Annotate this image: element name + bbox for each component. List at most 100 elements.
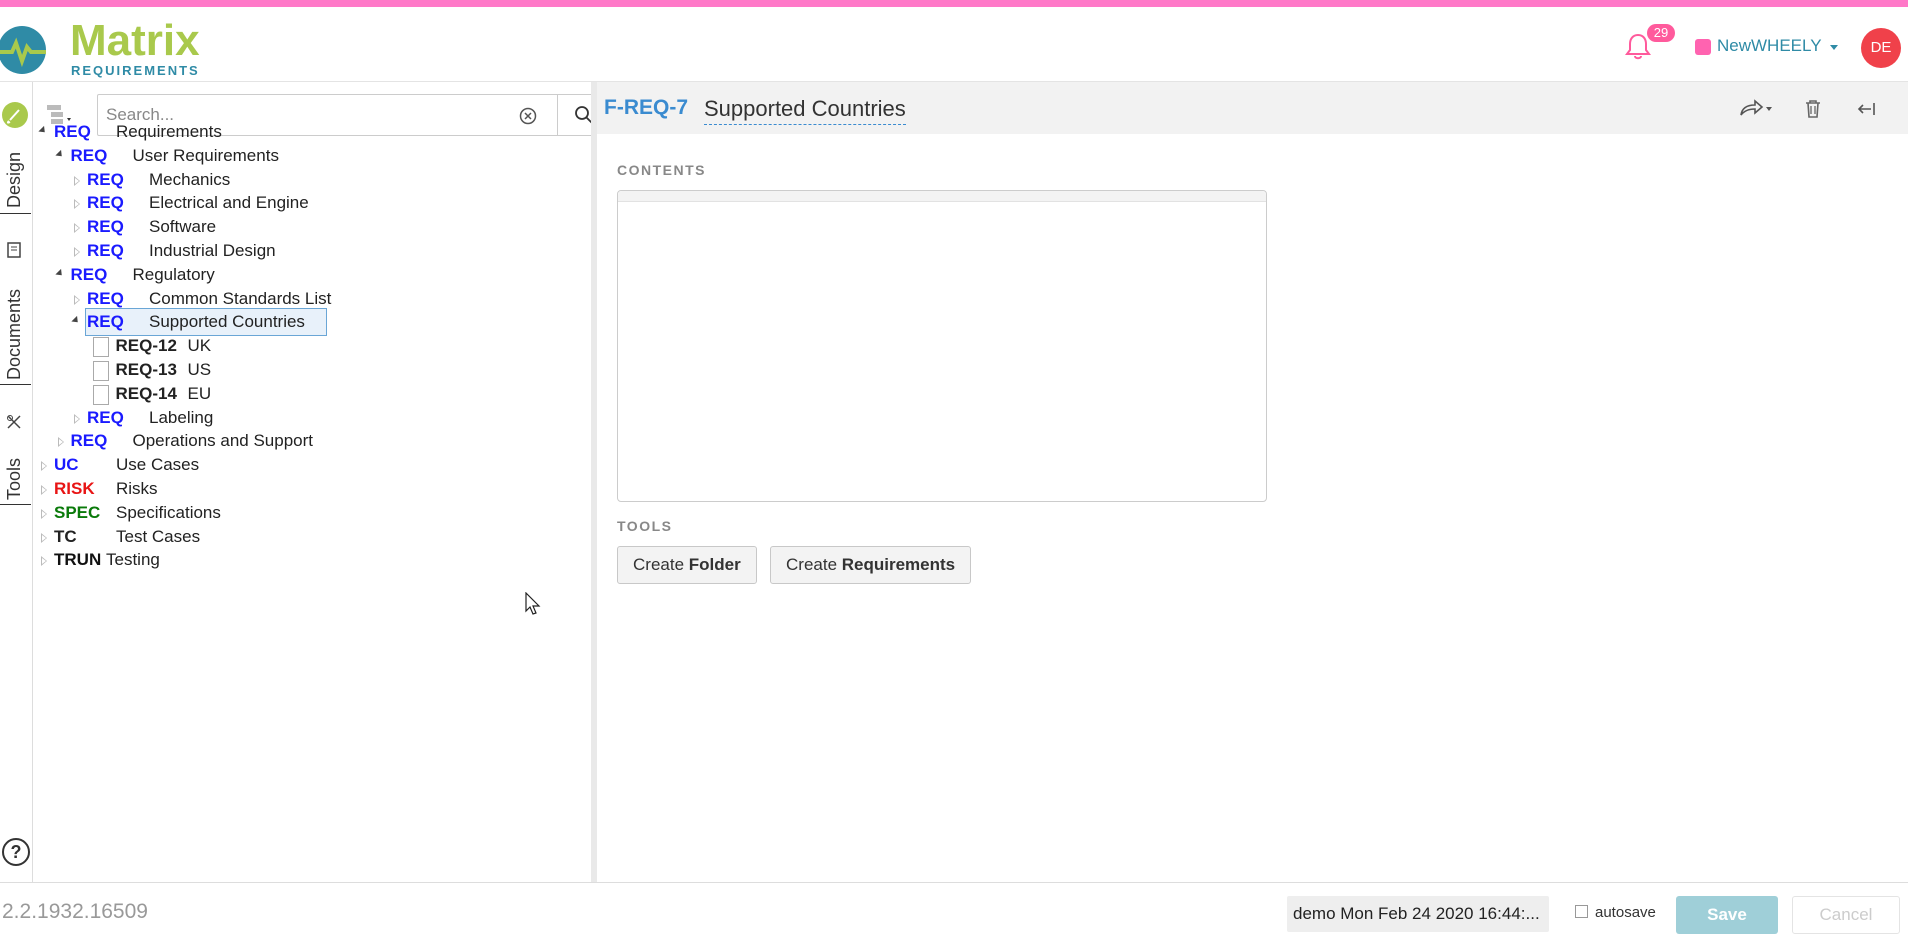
tree-item-label: Electrical and Engine xyxy=(149,193,309,213)
tree-folder-row[interactable]: REQ Labeling xyxy=(72,405,572,431)
top-accent-bar xyxy=(0,0,1908,7)
contents-toolbar-strip xyxy=(618,191,1266,202)
tree-category-tag: REQ xyxy=(70,145,108,165)
tree-item-label: Supported Countries xyxy=(149,312,305,332)
tree-item-label: User Requirements xyxy=(132,145,279,165)
tree-category-tag: REQ xyxy=(70,431,108,451)
tab-documents[interactable]: Documents xyxy=(4,289,25,380)
collapse-panel-icon[interactable] xyxy=(1855,98,1877,120)
project-dropdown-caret-icon[interactable] xyxy=(1830,45,1838,50)
collapsed-toggle-icon[interactable] xyxy=(41,508,47,519)
expanded-toggle-icon[interactable] xyxy=(38,125,48,136)
collapsed-toggle-icon[interactable] xyxy=(41,556,47,567)
project-color-swatch xyxy=(1695,39,1711,55)
create-folder-bold: Folder xyxy=(688,555,741,574)
cancel-button[interactable]: Cancel xyxy=(1792,896,1900,934)
tree-item-id: REQ-14 xyxy=(115,383,177,403)
document-icon xyxy=(92,337,109,358)
tree-item-label: EU xyxy=(187,383,212,403)
create-folder-prefix: Create xyxy=(633,555,689,574)
tree-folder-row[interactable]: RISK Risks xyxy=(39,476,539,502)
create-req-bold: Requirements xyxy=(841,555,956,574)
item-detail-panel: F-REQ-7 Supported Countries CONTENTS TOO… xyxy=(597,82,1908,882)
tree-folder-row[interactable]: TRUN Testing xyxy=(39,547,539,573)
app-logo[interactable]: Matrix REQUIREMENTS xyxy=(0,17,210,79)
tree-folder-row[interactable]: REQ Software xyxy=(72,214,572,240)
tree-folder-row[interactable]: REQ Mechanics xyxy=(72,167,572,193)
tree-folder-row[interactable]: REQ Operations and Support xyxy=(56,428,556,454)
matrix-logo-icon xyxy=(0,26,46,74)
tree-item-label: Requirements xyxy=(116,122,222,141)
rail-divider xyxy=(0,384,31,385)
tree-folder-row[interactable]: REQ Industrial Design xyxy=(72,238,572,264)
project-selector[interactable]: NewWHEELY xyxy=(1717,36,1822,56)
tab-tools[interactable]: Tools xyxy=(4,458,25,500)
autosave-checkbox[interactable] xyxy=(1575,905,1588,918)
tree-category-tag: UC xyxy=(54,455,79,475)
help-icon[interactable]: ? xyxy=(2,838,30,866)
expanded-toggle-icon[interactable] xyxy=(54,149,65,159)
tree-folder-row[interactable]: SPEC Specifications xyxy=(39,500,539,526)
mouse-cursor-icon xyxy=(525,592,541,615)
logo-subtitle: REQUIREMENTS xyxy=(71,63,200,78)
tab-design[interactable]: Design xyxy=(4,152,25,208)
notifications-count-badge[interactable]: 29 xyxy=(1647,24,1675,42)
tree-folder-row[interactable]: REQ Regulatory xyxy=(54,262,556,288)
tree-folder-row[interactable]: REQ Supported Countries xyxy=(71,308,572,337)
collapsed-toggle-icon[interactable] xyxy=(74,175,80,186)
tools-tab-icon[interactable] xyxy=(6,414,22,430)
version-label: 2.2.1932.16509 xyxy=(2,900,148,923)
expanded-toggle-icon[interactable] xyxy=(54,268,65,278)
collapsed-toggle-icon[interactable] xyxy=(74,199,80,210)
tree-category-tag: REQ xyxy=(87,407,124,427)
app-header: Matrix REQUIREMENTS 29 NewWHEELY DE xyxy=(0,7,1908,82)
expanded-toggle-icon[interactable] xyxy=(71,316,81,326)
item-title[interactable]: Supported Countries xyxy=(704,96,906,125)
create-folder-button[interactable]: Create Folder xyxy=(617,546,757,584)
collapsed-toggle-icon[interactable] xyxy=(41,461,47,472)
tree-item-row[interactable]: REQ-13 US xyxy=(89,357,589,383)
item-id-link[interactable]: F-REQ-7 xyxy=(604,96,688,120)
collapsed-toggle-icon[interactable] xyxy=(41,485,47,495)
tree-item-id: REQ-12 xyxy=(115,336,177,356)
documents-tab-icon[interactable] xyxy=(7,242,21,258)
collapsed-toggle-icon[interactable] xyxy=(57,437,64,448)
collapsed-toggle-icon[interactable] xyxy=(74,223,80,234)
tree-category-tag: TC xyxy=(54,526,77,546)
save-button[interactable]: Save xyxy=(1676,896,1778,934)
autosave-label[interactable]: autosave xyxy=(1595,904,1656,921)
logo-wordmark: Matrix xyxy=(70,16,200,65)
tools-label: TOOLS xyxy=(617,518,673,534)
tree-item-row[interactable]: REQ-14 EU xyxy=(89,381,589,407)
collapsed-toggle-icon[interactable] xyxy=(41,532,47,543)
design-tab-brush-icon[interactable] xyxy=(2,102,28,128)
tree-folder-row[interactable]: REQ User Requirements xyxy=(54,143,556,169)
tree-item-label: Mechanics xyxy=(149,169,231,189)
tree-item-id: REQ-13 xyxy=(115,360,177,379)
tree-item-label: Risks xyxy=(116,479,158,498)
tree-folder-row[interactable]: UC Use Cases xyxy=(39,452,539,478)
left-rail: Design Documents Tools ? xyxy=(0,82,33,882)
collapsed-toggle-icon[interactable] xyxy=(74,294,80,305)
tree-item-label: Testing xyxy=(106,550,160,570)
tree-item-label: Test Cases xyxy=(116,526,201,546)
tree-item-label: Specifications xyxy=(116,502,221,522)
tree-item-row[interactable]: REQ-12 UK xyxy=(89,333,589,359)
footer-bar: 2.2.1932.16509 demo Mon Feb 24 2020 16:4… xyxy=(0,882,1908,939)
tree-folder-row[interactable]: REQ Requirements xyxy=(38,119,539,145)
collapsed-toggle-icon[interactable] xyxy=(74,247,80,257)
share-icon[interactable] xyxy=(1737,98,1773,120)
tree-category-tag: REQ xyxy=(70,264,108,284)
tree-folder-row[interactable]: REQ Electrical and Engine xyxy=(72,190,572,216)
document-icon xyxy=(92,384,109,405)
delete-icon[interactable] xyxy=(1802,98,1824,120)
collapsed-toggle-icon[interactable] xyxy=(74,413,80,424)
rail-divider xyxy=(0,213,31,214)
tree-item-label: US xyxy=(187,360,212,379)
search-divider xyxy=(557,95,558,135)
create-requirements-button[interactable]: Create Requirements xyxy=(770,546,972,584)
tree-folder-row[interactable]: TC Test Cases xyxy=(39,524,539,550)
user-avatar[interactable]: DE xyxy=(1861,28,1901,68)
tree-panel: REQ Requirements REQ User Requirements REQ Me… xyxy=(33,82,619,882)
tree-category-tag: RISK xyxy=(54,479,95,498)
